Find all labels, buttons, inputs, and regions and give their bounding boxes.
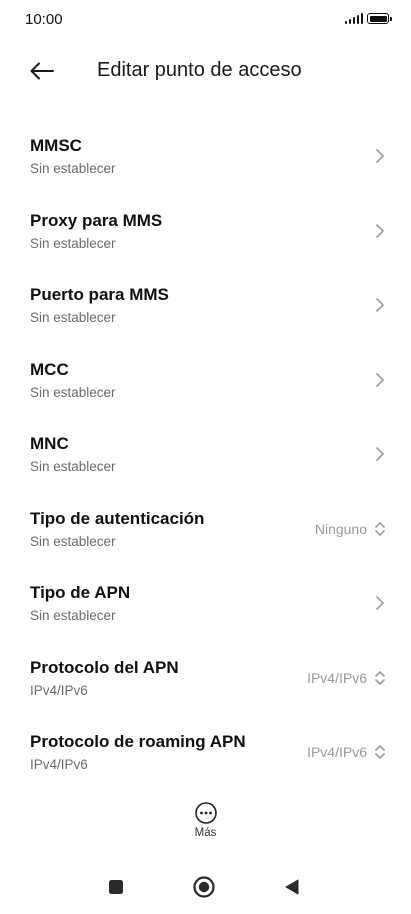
setting-title: Proxy para MMS <box>30 210 163 230</box>
setting-control: IPv4/IPv6 <box>307 743 387 761</box>
setting-title: MCC <box>30 359 69 379</box>
setting-row-tipo-de-autenticacion[interactable]: Tipo de autenticación Sin establecer Ningu… <box>0 493 411 568</box>
chevron-updown-icon <box>375 521 385 536</box>
more-label: Más <box>194 827 217 839</box>
more-button[interactable]: Más <box>0 801 411 839</box>
chevron-updown-icon <box>375 745 385 759</box>
setting-title: Protocolo de roaming APN <box>30 732 246 751</box>
setting-subtitle: IPv4/IPv6 <box>30 682 88 698</box>
chevron-updown-icon <box>375 670 385 685</box>
back-button[interactable] <box>24 54 60 88</box>
navigation-bar <box>0 866 411 906</box>
setting-control <box>373 371 387 389</box>
setting-title: Tipo de APN <box>30 583 131 602</box>
setting-row-protocolo-del-apn[interactable]: Protocolo del APN IPv4/IPv6 IPv4/IPv6 <box>0 642 411 717</box>
setting-subtitle: Sin establecer <box>30 161 116 176</box>
setting-row-protocolo-de-roaming-apn[interactable]: Protocolo de roaming APN IPv4/IPv6 IPv4/IP… <box>0 716 411 791</box>
setting-value: IPv4/IPv6 <box>307 669 367 686</box>
setting-title: Puerto para MMS <box>30 285 169 304</box>
app-bar: Editar punto de acceso <box>0 50 411 92</box>
setting-subtitle: Sin establecer <box>30 459 116 474</box>
circle-icon <box>193 876 215 898</box>
arrow-left-icon <box>30 62 54 80</box>
setting-value: Ninguno <box>314 520 367 537</box>
setting-control <box>373 445 387 463</box>
battery-fill <box>369 15 387 22</box>
setting-row-mnc[interactable]: MNC Sin establecer <box>0 418 411 493</box>
page-title: Editar punto de acceso <box>97 59 302 81</box>
setting-title: Tipo de autenticación <box>30 508 205 528</box>
recent-apps-button[interactable] <box>103 874 129 900</box>
setting-row-puerto-para-mms[interactable]: Puerto para MMS Sin establecer <box>0 269 411 344</box>
setting-subtitle: Sin establecer <box>30 533 116 549</box>
setting-subtitle: Sin establecer <box>30 310 116 325</box>
chevron-right-icon <box>376 149 384 163</box>
setting-control: Ninguno <box>315 520 387 538</box>
battery-icon <box>367 13 392 24</box>
setting-control <box>373 296 387 314</box>
setting-value: IPv4/IPv6 <box>307 744 367 760</box>
setting-control <box>373 594 387 612</box>
setting-row-mcc[interactable]: MCC Sin establecer <box>0 344 411 419</box>
setting-control <box>373 147 387 165</box>
square-icon <box>109 880 123 894</box>
status-time: 10:00 <box>25 11 63 28</box>
setting-row-mmsc[interactable]: MMSC Sin establecer <box>0 120 411 195</box>
status-bar: 10:00 <box>0 0 411 40</box>
more-horizontal-icon <box>194 802 217 824</box>
chevron-right-icon <box>376 298 384 312</box>
chevron-right-icon <box>376 223 384 238</box>
nav-back-button[interactable] <box>279 874 305 900</box>
signal-icon <box>344 12 363 24</box>
chevron-right-icon <box>376 372 384 387</box>
home-button[interactable] <box>191 874 217 900</box>
chevron-right-icon <box>376 447 384 461</box>
setting-title: Protocolo del APN <box>30 657 179 677</box>
setting-row-tipo-de-apn[interactable]: Tipo de APN Sin establecer <box>0 567 411 642</box>
setting-control: IPv4/IPv6 <box>307 669 387 687</box>
status-icons <box>344 12 392 24</box>
setting-title: MMSC <box>30 136 82 155</box>
triangle-back-icon <box>285 879 299 895</box>
chevron-right-icon <box>376 596 384 610</box>
setting-subtitle: Sin establecer <box>30 384 116 400</box>
setting-subtitle: IPv4/IPv6 <box>30 757 88 772</box>
setting-title: MNC <box>30 434 69 453</box>
settings-list: MMSC Sin establecer Proxy para MMS Sin esta… <box>0 120 411 791</box>
setting-subtitle: Sin establecer <box>30 608 116 623</box>
setting-row-proxy-para-mms[interactable]: Proxy para MMS Sin establecer <box>0 195 411 270</box>
setting-subtitle: Sin establecer <box>30 235 116 251</box>
setting-control <box>373 222 387 240</box>
